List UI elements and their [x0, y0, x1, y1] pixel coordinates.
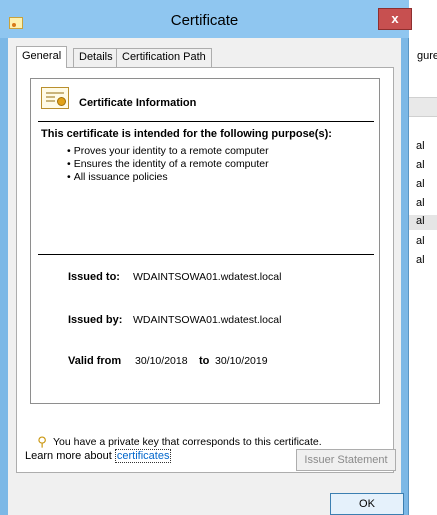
background-window-header-text: gure [417, 50, 437, 62]
certificate-info-heading: Certificate Information [79, 97, 197, 109]
window-title: Certificate [170, 12, 239, 29]
issuer-statement-button[interactable]: Issuer Statement [296, 449, 396, 471]
purpose-item: All issuance policies [67, 171, 269, 184]
purpose-list: Proves your identity to a remote compute… [67, 145, 269, 184]
background-list-item[interactable]: al [416, 140, 425, 152]
purpose-item: Ensures the identity of a remote compute… [67, 158, 269, 171]
tab-certification-path[interactable]: Certification Path [116, 48, 212, 67]
divider [38, 254, 374, 255]
purpose-heading: This certificate is intended for the fol… [41, 128, 332, 140]
background-window-column-header [408, 97, 437, 117]
private-key-note: You have a private key that corresponds … [53, 436, 322, 448]
background-list-item[interactable]: al [416, 178, 425, 190]
background-list-item[interactable]: al [416, 197, 425, 209]
tab-details[interactable]: Details [73, 48, 119, 67]
valid-to-label: to [199, 355, 210, 367]
divider [38, 121, 374, 122]
valid-from-label: Valid from [68, 355, 122, 367]
ok-button[interactable]: OK [330, 493, 404, 515]
certificate-dialog: Certificate x General Details Certificat… [0, 0, 412, 515]
background-list-item[interactable]: al [416, 159, 425, 171]
purpose-item: Proves your identity to a remote compute… [67, 145, 269, 158]
general-tab-panel: Certificate Information This certificate… [16, 67, 396, 473]
certificates-link[interactable]: certificates [114, 449, 172, 463]
issued-by-label: Issued by: [68, 314, 123, 326]
valid-to-value: 30/10/2019 [215, 355, 268, 367]
dialog-client-area: General Details Certification Path Certi… [8, 38, 404, 515]
issued-to-value: WDAINTSOWA01.wdatest.local [133, 271, 282, 283]
close-button[interactable]: x [378, 8, 412, 30]
learn-more: Learn more about certificates [25, 449, 172, 463]
learn-more-text: Learn more about [25, 450, 112, 462]
certificate-info-box: Certificate Information This certificate… [30, 78, 380, 404]
issued-by-value: WDAINTSOWA01.wdatest.local [133, 314, 282, 326]
issued-to-label: Issued to: [68, 271, 120, 283]
background-list-item[interactable]: al [416, 254, 425, 266]
valid-from-value: 30/10/2018 [135, 355, 188, 367]
key-icon: ⚲ [37, 434, 47, 449]
title-bar[interactable]: Certificate [0, 0, 409, 38]
certificate-icon [41, 87, 69, 109]
tab-general[interactable]: General [16, 46, 68, 68]
background-list-item[interactable]: al [416, 235, 425, 247]
background-list-item-selected[interactable]: al [408, 215, 437, 230]
